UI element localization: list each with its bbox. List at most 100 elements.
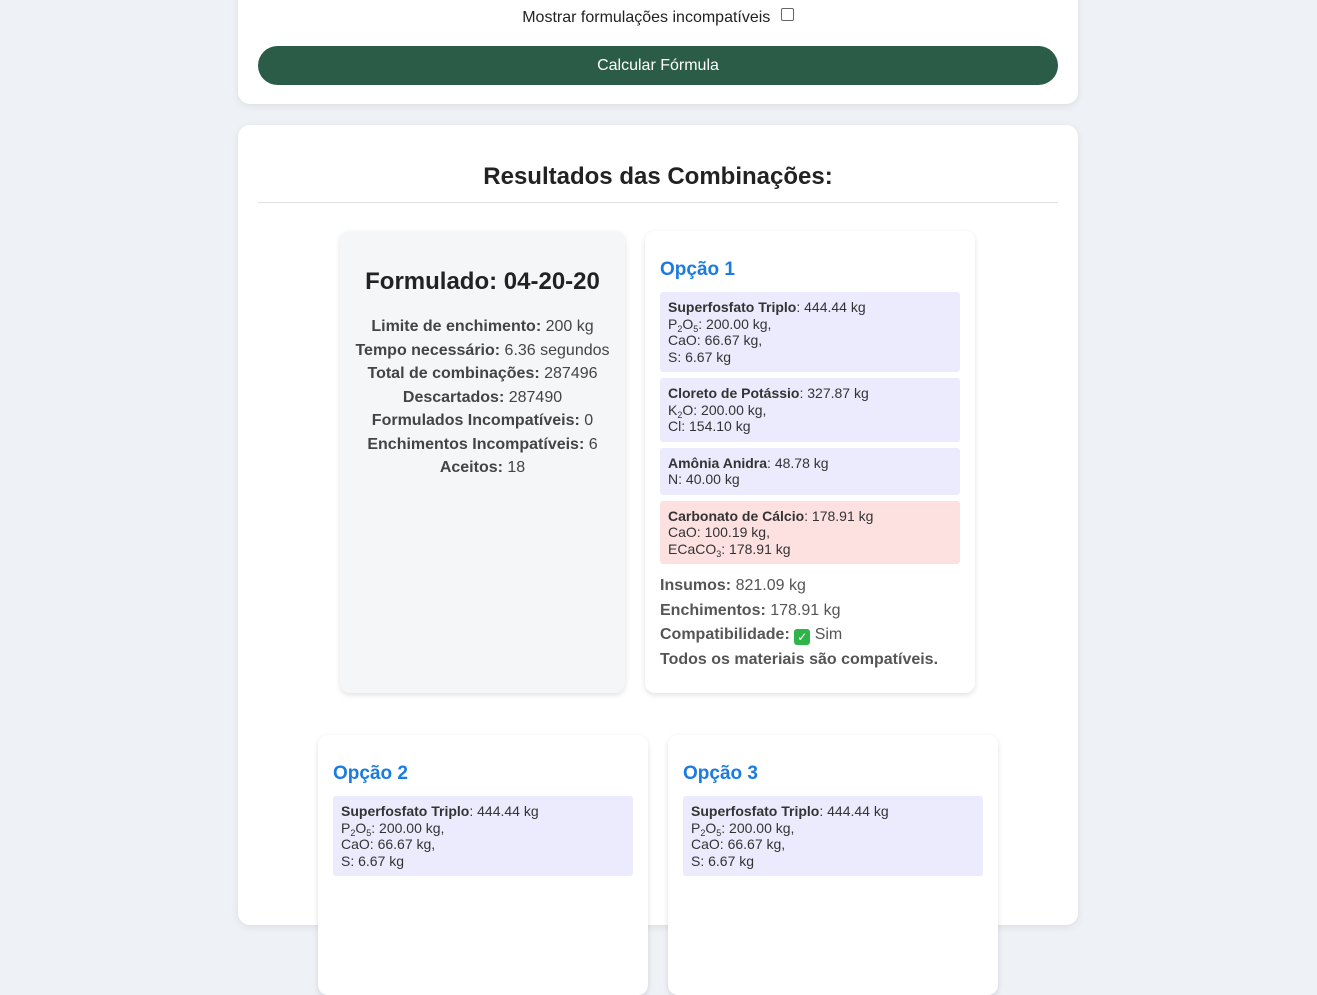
material-item: Superfosfato Triplo: 444.44 kg P2O5: 200.…	[333, 796, 633, 876]
compatibility-note: Todos os materiais são compatíveis.	[660, 648, 960, 673]
material-name: Amônia Anidra	[668, 454, 768, 471]
summary-stat-label: Total de combinações:	[367, 365, 540, 382]
material-name: Superfosfato Triplo	[341, 803, 470, 819]
nutrient-symbol-part: O	[682, 401, 694, 418]
nutrient-symbol-part: O	[682, 315, 694, 332]
nutrient-symbol: CaO	[668, 332, 697, 348]
material-name: Superfosfato Triplo	[691, 803, 820, 819]
material-list: Superfosfato Triplo: 444.44 kg P2O5: 200.…	[333, 796, 633, 882]
compatibility-note-text: Todos os materiais são compatíveis.	[660, 650, 939, 668]
summary-stat-label: Formulados Incompatíveis:	[371, 412, 580, 429]
summary-title: Formulado: 04-20-20	[365, 268, 600, 295]
summary-stat: Total de combinações: 287496	[340, 362, 625, 386]
nutrient-line: CaO: 66.67 kg,	[341, 836, 625, 853]
material-header: Superfosfato Triplo: 444.44 kg	[691, 803, 975, 820]
nutrient-line: S: 6.67 kg	[341, 853, 625, 870]
nutrient-line: S: 6.67 kg	[691, 853, 975, 870]
material-amount: : 327.87 kg	[799, 385, 869, 401]
nutrient-value: : 200.00 kg,	[698, 315, 772, 332]
nutrient-symbol: Cl	[668, 418, 682, 434]
incompatible-toggle-label: Mostrar formulações incompatíveis	[522, 9, 771, 26]
insumos-label: Insumos:	[660, 577, 732, 594]
nutrient-line: P2O5: 200.00 kg,	[668, 315, 952, 334]
summary-stat-value: 0	[584, 412, 594, 429]
nutrient-value: : 178.91 kg	[721, 540, 791, 557]
material-name: Cloreto de Potássio	[668, 385, 800, 401]
material-list: Superfosfato Triplo: 444.44 kg P2O5: 200.…	[683, 796, 983, 882]
nutrient-line: K2O: 200.00 kg,	[668, 401, 952, 420]
enchimentos-line: Enchimentos: 178.91 kg	[660, 599, 960, 624]
check-icon: ✓	[794, 629, 811, 645]
nutrient-symbol: CaO	[691, 836, 720, 852]
material-item: Superfosfato Triplo: 444.44 kg P2O5: 200.…	[683, 796, 983, 876]
material-amount: : 48.78 kg	[767, 454, 829, 471]
nutrient-value: : 66.67 kg,	[369, 836, 436, 852]
summary-stat: Formulados Incompatíveis: 0	[340, 409, 625, 433]
option-title: Opção 2	[333, 763, 408, 784]
summary-stat-label: Aceitos:	[439, 459, 503, 476]
calculate-button[interactable]: Calcular Fórmula	[258, 46, 1058, 85]
material-header: Amônia Anidra: 48.78 kg	[668, 455, 952, 472]
incompatible-toggle[interactable]: Mostrar formulações incompatíveis	[238, 8, 1078, 27]
material-amount: : 444.44 kg	[469, 803, 539, 819]
summary-stat-value: 6	[588, 435, 598, 453]
nutrient-line: S: 6.67 kg	[668, 349, 952, 366]
compatibility-value: Sim	[814, 626, 843, 643]
insumos-value: 821.09 kg	[735, 577, 806, 594]
material-name: Superfosfato Triplo	[668, 299, 797, 315]
summary-stat: Enchimentos Incompatíveis: 6	[340, 433, 625, 457]
nutrient-line: P2O5: 200.00 kg,	[341, 819, 625, 838]
material-list: Superfosfato Triplo: 444.44 kg P2O5: 200.…	[660, 292, 960, 672]
material-item: Cloreto de Potássio: 327.87 kg K2O: 200.0…	[660, 378, 960, 442]
summary-stat-value: 18	[507, 459, 526, 476]
compatibility-label: Compatibilidade:	[660, 626, 790, 643]
nutrient-line: Cl: 154.10 kg	[668, 418, 952, 435]
nutrient-value: : 6.67 kg	[700, 852, 755, 869]
compatibility-line: Compatibilidade: ✓ Sim	[660, 623, 960, 648]
filler-material-item: Carbonato de Cálcio: 178.91 kg CaO: 100.1…	[660, 500, 960, 564]
insumos-line: Insumos: 821.09 kg	[660, 574, 960, 599]
material-header: Cloreto de Potássio: 327.87 kg	[668, 385, 952, 402]
nutrient-value: : 40.00 kg	[678, 471, 740, 487]
summary-stat-label: Descartados:	[402, 388, 505, 406]
material-amount: : 444.44 kg	[819, 803, 889, 819]
nutrient-symbol: P	[341, 819, 351, 836]
nutrient-value: : 6.67 kg	[350, 852, 405, 869]
results-title: Resultados das Combinações:	[483, 163, 833, 190]
nutrient-line: P2O5: 200.00 kg,	[691, 819, 975, 838]
option-card: Opção 2 Superfosfato Triplo: 444.44 kg P2O…	[318, 735, 648, 995]
summary-stat-label: Tempo necessário:	[355, 341, 501, 359]
nutrient-symbol-part: O	[705, 819, 717, 836]
nutrient-symbol: K	[668, 401, 678, 418]
material-header: Carbonato de Cálcio: 178.91 kg	[668, 508, 952, 525]
nutrient-symbol: S	[691, 852, 701, 869]
summary-stat-value: 287490	[508, 388, 563, 406]
nutrient-value: : 66.67 kg,	[719, 836, 786, 852]
incompatible-checkbox[interactable]	[780, 8, 794, 21]
nutrient-line: CaO: 66.67 kg,	[668, 332, 952, 349]
nutrient-symbol: P	[668, 315, 678, 332]
summary-stat: Aceitos: 18	[340, 456, 625, 480]
nutrient-value: : 6.67 kg	[677, 348, 732, 365]
nutrient-symbol-part: O	[355, 819, 367, 836]
summary-stat-value: 200 kg	[545, 318, 594, 335]
material-name: Carbonato de Cálcio	[668, 507, 805, 524]
summary-stat-value: 6.36 segundos	[504, 341, 610, 359]
nutrient-line: CaO: 100.19 kg,	[668, 524, 952, 541]
summary-stats: Limite de enchimento: 200 kg Tempo necess…	[340, 315, 625, 480]
option-card: Opção 1 Superfosfato Triplo: 444.44 kg P2O…	[645, 231, 975, 693]
nutrient-line: ECaCO3: 178.91 kg	[668, 540, 952, 559]
material-item: Amônia Anidra: 48.78 kg N: 40.00 kg	[660, 447, 960, 495]
nutrient-line: CaO: 66.67 kg,	[691, 836, 975, 853]
material-header: Superfosfato Triplo: 444.44 kg	[341, 803, 625, 820]
nutrient-line: N: 40.00 kg	[668, 471, 952, 488]
material-header: Superfosfato Triplo: 444.44 kg	[668, 299, 952, 316]
summary-stat-label: Enchimentos Incompatíveis:	[367, 435, 585, 453]
summary-stat-value: 287496	[544, 365, 598, 382]
enchimentos-label: Enchimentos:	[660, 601, 766, 619]
nutrient-value: : 154.10 kg	[681, 418, 751, 434]
nutrient-value: : 200.00 kg,	[721, 819, 795, 836]
nutrient-symbol: S	[668, 348, 678, 365]
material-amount: : 444.44 kg	[796, 299, 866, 315]
summary-stat: Limite de enchimento: 200 kg	[340, 315, 625, 339]
